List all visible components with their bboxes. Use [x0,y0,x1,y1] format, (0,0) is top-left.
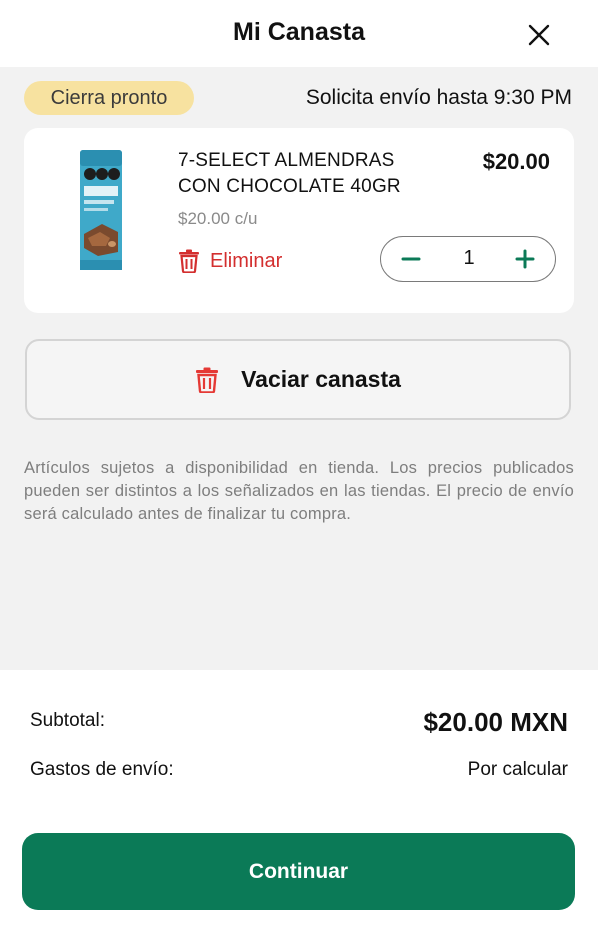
remove-item-label: Eliminar [210,249,283,272]
trash-icon [179,249,199,273]
trash-icon [196,367,219,393]
cart-item-card: 7-SELECT ALMENDRAS CON CHOCOLATE 40GR $2… [24,128,574,313]
close-icon [528,24,550,46]
empty-cart-button[interactable]: Vaciar canasta [25,339,571,420]
cart-content: Cierra pronto Solicita envío hasta 9:30 … [0,67,598,670]
product-name: 7-SELECT ALMENDRAS CON CHOCOLATE 40GR [178,148,448,200]
remove-item-button[interactable]: Eliminar [178,247,282,275]
order-summary: Subtotal: $20.00 MXN Gastos de envío: Po… [0,670,598,934]
plus-icon [515,249,535,269]
subtotal-value: $20.00 MXN [423,707,568,737]
product-image [80,150,122,270]
close-button[interactable] [522,18,556,52]
unit-price: $20.00 c/u [178,209,258,228]
cart-screen: Mi Canasta Cierra pronto Solicita envío … [0,0,598,934]
subtotal-label: Subtotal: [30,710,105,731]
product-name-line: CON CHOCOLATE 40GR [178,176,401,197]
minus-icon [401,257,421,261]
status-badge: Cierra pronto [24,81,194,115]
increase-quantity-button[interactable] [511,245,539,273]
disclaimer-text: Artículos sujetos a disponibilidad en ti… [24,459,574,523]
shipping-value: Por calcular [467,759,568,780]
header: Mi Canasta [0,0,598,67]
delivery-note: Solicita envío hasta 9:30 PM [305,86,572,109]
quantity-value: 1 [463,247,475,269]
product-price: $20.00 [482,149,550,174]
shipping-label: Gastos de envío: [30,759,174,780]
page-title: Mi Canasta [233,18,365,46]
continue-button[interactable]: Continuar [22,833,575,910]
quantity-stepper: 1 [380,236,556,282]
empty-cart-label: Vaciar canasta [241,366,401,392]
decrease-quantity-button[interactable] [397,245,425,273]
product-name-line: 7-SELECT ALMENDRAS [178,150,395,171]
